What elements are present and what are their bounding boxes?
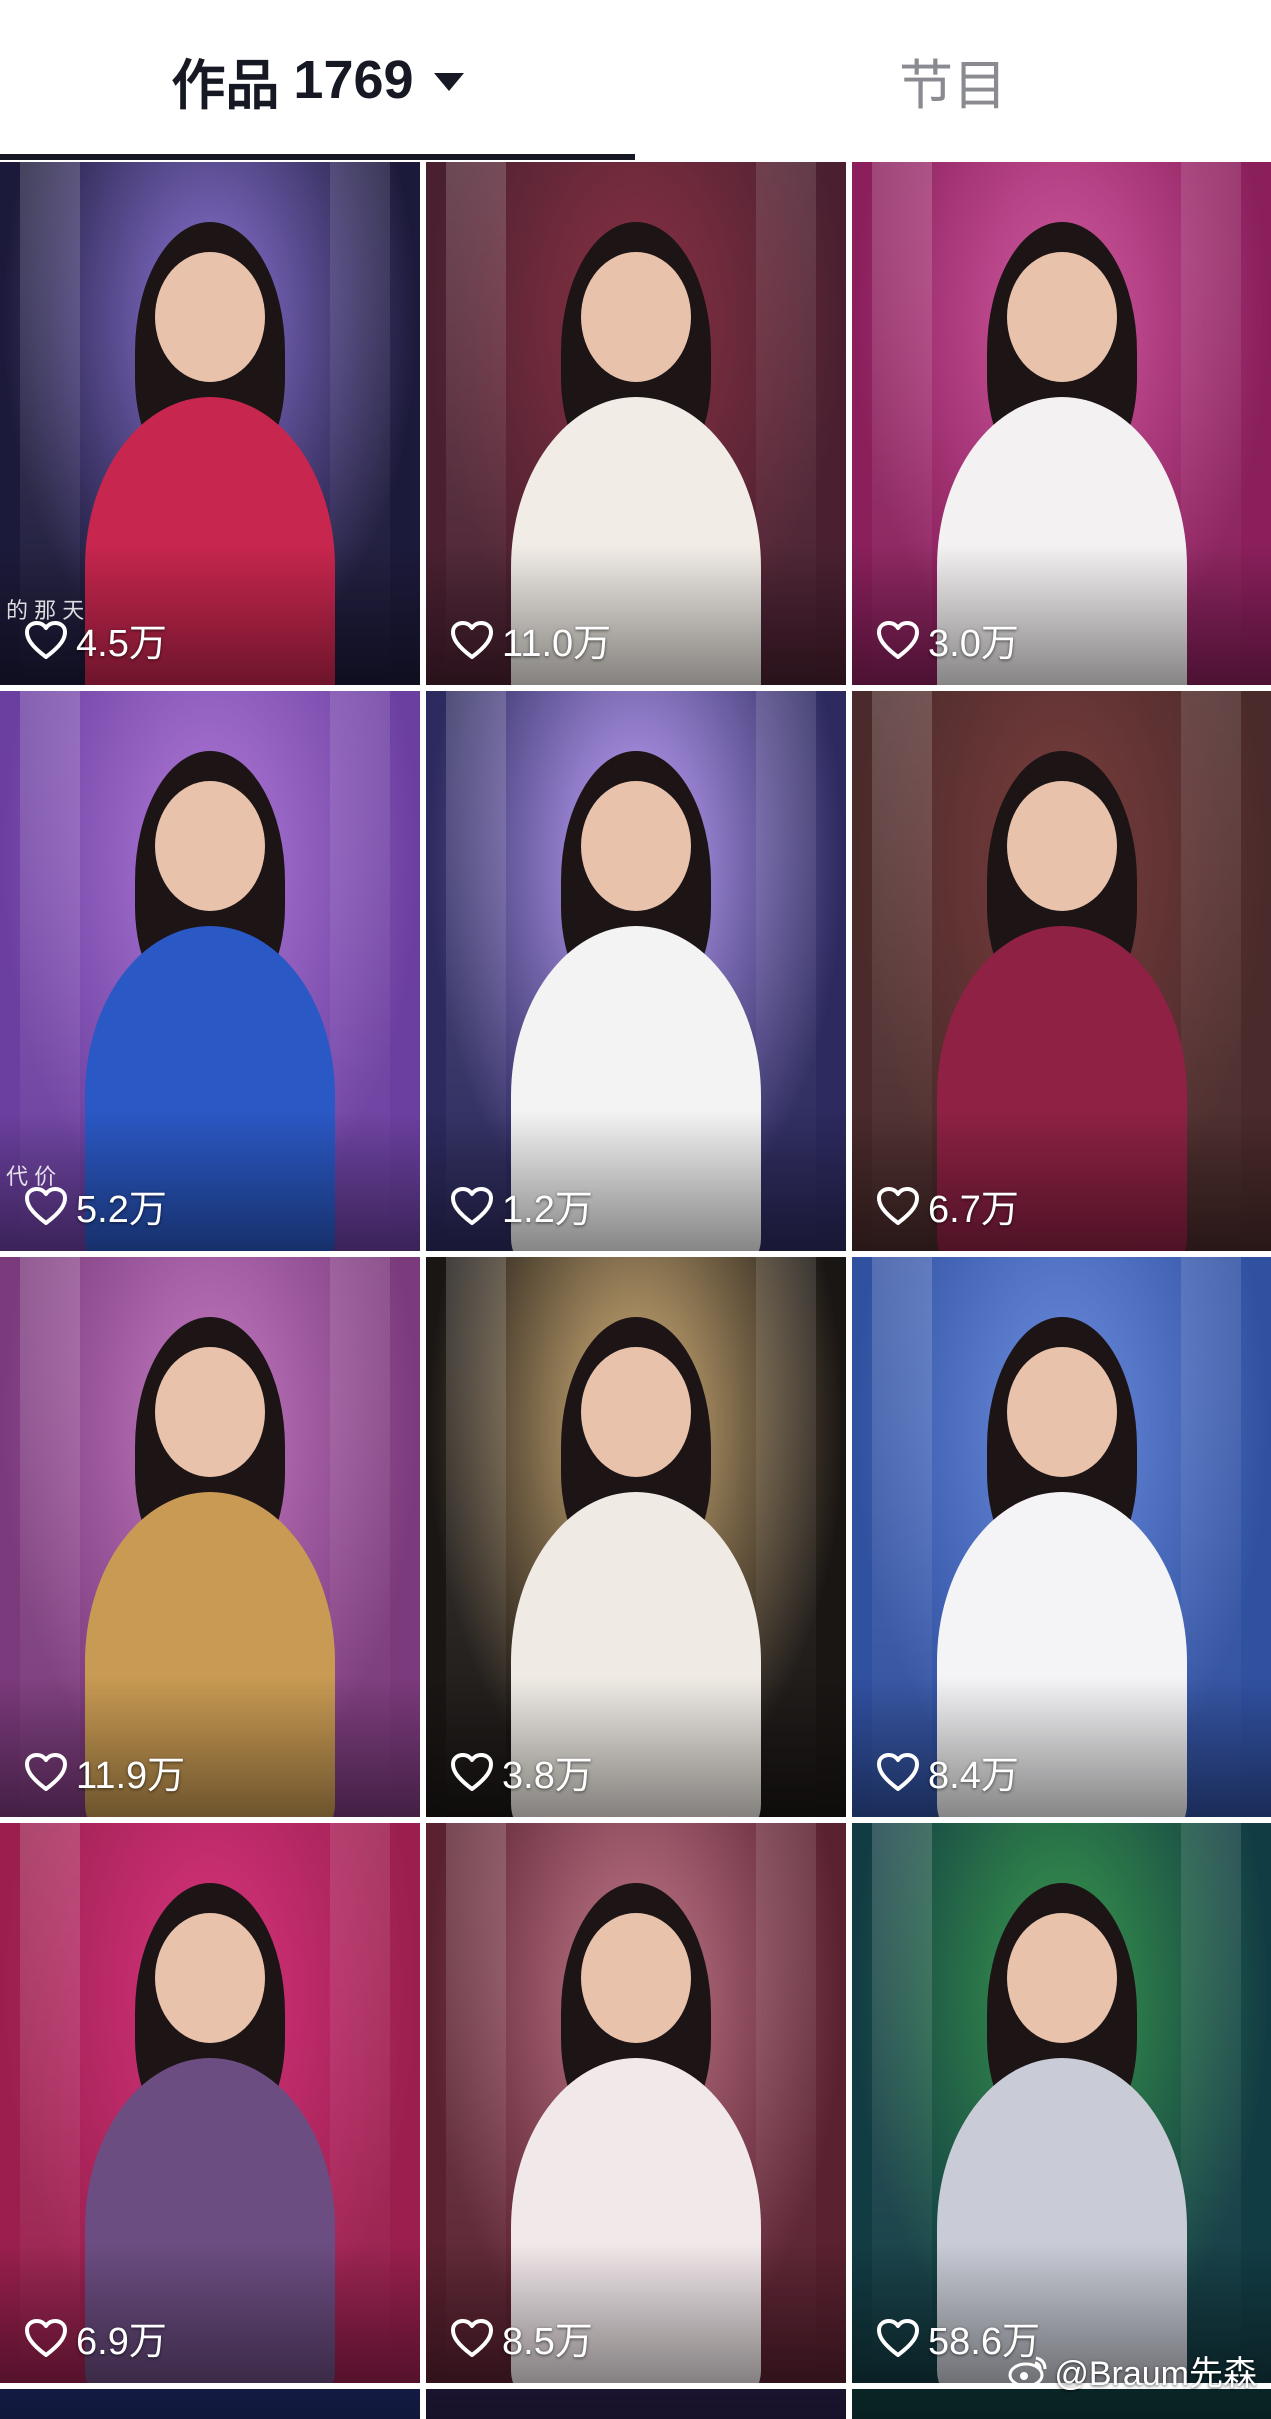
like-count-text: 8.4万 <box>928 1755 1019 1797</box>
like-count: 1.2万 <box>450 1178 593 1233</box>
heart-icon <box>877 2318 919 2357</box>
video-tile[interactable]: 11.9万 <box>0 1257 420 1817</box>
video-thumbnail <box>0 1257 420 1817</box>
tab-bar: 作品 1769 节目 <box>0 0 1271 160</box>
like-count-text: 3.8万 <box>502 1755 593 1797</box>
heart-icon <box>451 1186 493 1225</box>
watermark: @Braum先森 <box>1008 2346 1257 2395</box>
like-count-text: 4.5万 <box>76 623 167 665</box>
tab-shows[interactable]: 节目 <box>635 0 1271 160</box>
video-tile-partial[interactable] <box>0 2389 420 2419</box>
video-thumbnail <box>852 691 1271 1251</box>
video-tile[interactable]: 8.5万 <box>426 1823 846 2383</box>
tab-shows-label: 节目 <box>899 55 1007 116</box>
like-count: 8.4万 <box>876 1744 1019 1799</box>
like-count-text: 11.9万 <box>76 1755 186 1797</box>
video-thumbnail <box>0 1823 420 2383</box>
tab-works[interactable]: 作品 1769 <box>0 0 635 160</box>
heart-icon <box>451 2318 493 2357</box>
like-count-text: 6.7万 <box>928 1189 1019 1231</box>
heart-icon <box>25 620 67 659</box>
video-tile[interactable]: 8.4万 <box>852 1257 1271 1817</box>
like-count: 4.5万 <box>24 612 167 667</box>
like-count: 6.7万 <box>876 1178 1019 1233</box>
video-tile[interactable]: 11.0万 <box>426 162 846 685</box>
video-tile[interactable]: 代 价 5.2万 <box>0 691 420 1251</box>
tab-works-label: 作品 <box>171 55 280 116</box>
like-count: 8.5万 <box>450 2310 593 2365</box>
video-tile[interactable]: 3.0万 <box>852 162 1271 685</box>
heart-icon <box>877 1186 919 1225</box>
heart-icon <box>451 620 493 659</box>
video-tile[interactable]: 6.7万 <box>852 691 1271 1251</box>
video-tile[interactable]: 1.2万 <box>426 691 846 1251</box>
video-thumbnail <box>852 162 1271 685</box>
video-tile[interactable]: 58.6万 <box>852 1823 1271 2383</box>
like-count: 11.9万 <box>24 1744 185 1799</box>
video-thumbnail <box>852 1823 1271 2383</box>
watermark-text: @Braum先森 <box>1054 2355 1257 2393</box>
video-thumbnail <box>426 691 846 1251</box>
video-tile[interactable]: 的 那 天 4.5万 <box>0 162 420 685</box>
like-count: 6.9万 <box>24 2310 167 2365</box>
video-tile-partial[interactable] <box>426 2389 846 2419</box>
caret-down-icon[interactable] <box>433 73 464 91</box>
video-thumbnail <box>426 1257 846 1817</box>
like-count: 3.8万 <box>450 1744 593 1799</box>
like-count: 11.0万 <box>450 612 611 667</box>
heart-icon <box>877 620 919 659</box>
tab-works-count: 1769 <box>293 50 414 110</box>
like-count-text: 8.5万 <box>502 2321 593 2363</box>
like-count-text: 6.9万 <box>76 2321 167 2363</box>
heart-icon <box>451 1752 493 1791</box>
like-count-text: 1.2万 <box>502 1189 593 1231</box>
video-thumbnail <box>0 691 420 1251</box>
heart-icon <box>25 2318 67 2357</box>
like-count-text: 5.2万 <box>76 1189 167 1231</box>
weibo-icon <box>1008 2356 1047 2387</box>
video-tile[interactable]: 6.9万 <box>0 1823 420 2383</box>
heart-icon <box>25 1752 67 1791</box>
like-count: 5.2万 <box>24 1178 167 1233</box>
like-count-text: 3.0万 <box>928 623 1019 665</box>
heart-icon <box>25 1186 67 1225</box>
like-count-text: 11.0万 <box>502 623 612 665</box>
heart-icon <box>877 1752 919 1791</box>
video-thumbnail <box>426 162 846 685</box>
video-tile[interactable]: 3.8万 <box>426 1257 846 1817</box>
video-thumbnail <box>426 1823 846 2383</box>
tab-active-indicator <box>0 154 635 160</box>
video-grid: 的 那 天 4.5万 11.0万 3.0万代 价 5.2万 1.2万 6.7万 11.9万 3.… <box>0 162 1271 2419</box>
video-thumbnail <box>852 1257 1271 1817</box>
like-count: 3.0万 <box>876 612 1019 667</box>
